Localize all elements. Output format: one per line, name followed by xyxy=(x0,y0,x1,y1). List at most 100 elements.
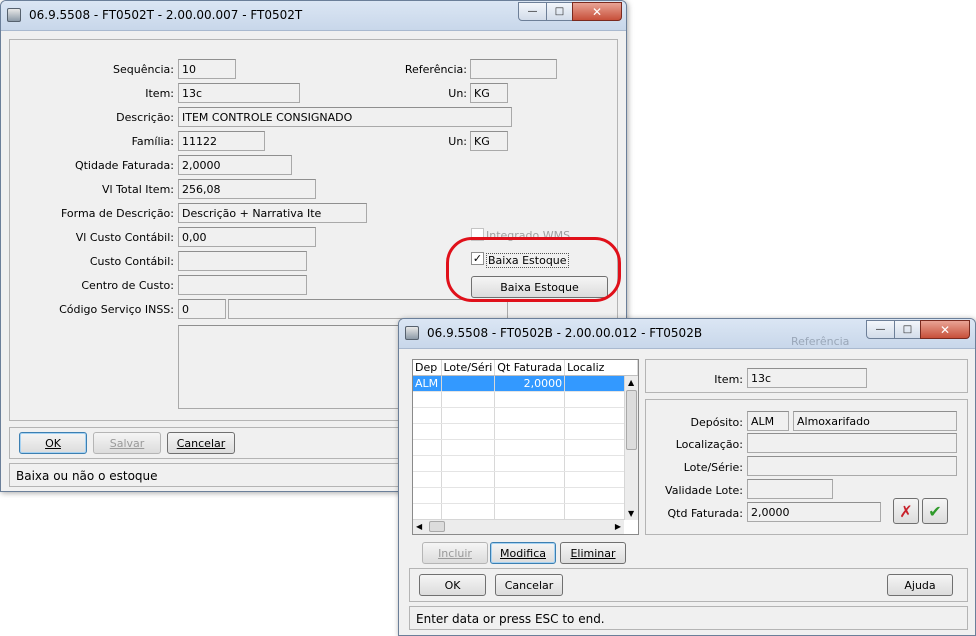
un2-label: Un: xyxy=(448,135,467,148)
item-field[interactable]: 13c xyxy=(178,83,300,103)
codigo-servico-label: Código Serviço INSS: xyxy=(59,303,174,316)
ajuda-label: Ajuda xyxy=(904,578,936,592)
salvar-button-label: Salvar xyxy=(109,436,145,450)
green-check-icon: ✔ xyxy=(928,501,942,521)
forma-descricao-field[interactable]: Descrição + Narrativa Ite xyxy=(178,203,367,223)
table-row[interactable] xyxy=(413,423,638,440)
custo-contabil-label: Custo Contábil: xyxy=(89,255,174,268)
localizacao-field[interactable] xyxy=(747,433,957,453)
lote-serie-field[interactable] xyxy=(747,456,957,476)
custo-contabil-field[interactable] xyxy=(178,251,307,271)
eliminar-button[interactable]: Eliminar xyxy=(560,542,626,564)
title-bar-2[interactable]: 06.9.5508 - FT0502B - 2.00.00.012 - FT05… xyxy=(399,319,975,349)
ok-button[interactable]: OK xyxy=(19,432,87,454)
red-x-icon: ✗ xyxy=(899,501,913,521)
deposit-grid[interactable]: Dep Lote/Séri Qt Faturada Localiz ALM 2,… xyxy=(412,359,639,535)
table-row[interactable]: ALM 2,0000 xyxy=(413,375,638,392)
descricao-field[interactable]: ITEM CONTROLE CONSIGNADO xyxy=(178,107,512,127)
localizacao-label: Localização: xyxy=(675,438,743,451)
ajuda-button[interactable]: Ajuda xyxy=(887,574,953,596)
cancelar-button[interactable]: Cancelar xyxy=(167,432,235,454)
status-bar-2: Enter data or press ESC to end. xyxy=(409,606,968,630)
cancelar-button-2[interactable]: Cancelar xyxy=(495,574,563,596)
item-label-2: Item: xyxy=(714,373,743,386)
qtd-faturada-label: Qtidade Faturada: xyxy=(74,159,174,172)
table-row[interactable] xyxy=(413,407,638,424)
item-field-2[interactable]: 13c xyxy=(747,368,867,388)
sequencia-field[interactable]: 10 xyxy=(178,59,236,79)
minimize-icon[interactable]: — xyxy=(518,2,547,21)
close-icon-2[interactable]: ✕ xyxy=(920,320,970,339)
scroll-down-icon[interactable]: ▼ xyxy=(628,509,634,518)
window-title: 06.9.5508 - FT0502T - 2.00.00.007 - FT05… xyxy=(29,8,303,22)
ok-button-2[interactable]: OK xyxy=(419,574,486,596)
confirm-entry-button[interactable]: ✔ xyxy=(922,498,948,524)
centro-custo-field[interactable] xyxy=(178,275,307,295)
col-dep[interactable]: Dep xyxy=(413,360,442,376)
table-row[interactable] xyxy=(413,503,638,520)
table-row[interactable] xyxy=(413,471,638,488)
cancelar-button-label: Cancelar xyxy=(176,436,226,450)
table-row[interactable] xyxy=(413,487,638,504)
vl-total-field[interactable]: 256,08 xyxy=(178,179,316,199)
scroll-up-icon[interactable]: ▲ xyxy=(628,378,634,387)
sequencia-label: Sequência: xyxy=(113,63,174,76)
validade-lote-label: Validade Lote: xyxy=(665,484,743,497)
title-bar[interactable]: 06.9.5508 - FT0502T - 2.00.00.007 - FT05… xyxy=(1,1,626,31)
familia-label: Família: xyxy=(131,135,174,148)
table-row[interactable] xyxy=(413,455,638,472)
deposito-code-field[interactable]: ALM xyxy=(747,411,789,431)
vl-custo-field[interactable]: 0,00 xyxy=(178,227,316,247)
salvar-button[interactable]: Salvar xyxy=(93,432,161,454)
cell-lote xyxy=(441,375,496,392)
modifica-button[interactable]: Modifica xyxy=(490,542,556,564)
validade-lote-field[interactable] xyxy=(747,479,833,499)
window-title-2: 06.9.5508 - FT0502B - 2.00.00.012 - FT05… xyxy=(427,326,703,340)
highlight-ring xyxy=(446,237,621,302)
descricao-label: Descrição: xyxy=(116,111,174,124)
un-field[interactable]: KG xyxy=(470,83,508,103)
col-qt-faturada[interactable]: Qt Faturada xyxy=(494,360,566,376)
familia-field[interactable]: 11122 xyxy=(178,131,265,151)
scroll-thumb-h[interactable] xyxy=(429,521,445,532)
deposito-name-field[interactable]: Almoxarifado xyxy=(793,411,957,431)
grid-hscrollbar[interactable]: ◀ ▶ xyxy=(413,519,624,534)
eliminar-label: Eliminar xyxy=(570,546,616,560)
incluir-label: Incluir xyxy=(438,546,472,560)
deposit-form: Dep Lote/Séri Qt Faturada Localiz ALM 2,… xyxy=(399,349,975,635)
cancelar-label-2: Cancelar xyxy=(504,578,554,592)
codigo-servico-field[interactable]: 0 xyxy=(178,299,226,319)
col-lote[interactable]: Lote/Séri xyxy=(441,360,496,376)
table-row[interactable] xyxy=(413,391,638,408)
item-label: Item: xyxy=(145,87,174,100)
scroll-left-icon[interactable]: ◀ xyxy=(416,522,422,531)
minimize-icon-2[interactable]: — xyxy=(866,320,895,339)
vl-total-label: Vl Total Item: xyxy=(101,183,174,196)
deposit-window: 06.9.5508 - FT0502B - 2.00.00.012 - FT05… xyxy=(398,318,976,636)
centro-custo-label: Centro de Custo: xyxy=(81,279,174,292)
un-label: Un: xyxy=(448,87,467,100)
vl-custo-label: Vl Custo Contábil: xyxy=(75,231,174,244)
button-panel-2 xyxy=(409,568,968,602)
grid-header: Dep Lote/Séri Qt Faturada Localiz xyxy=(413,360,638,376)
cancel-entry-button[interactable]: ✗ xyxy=(893,498,919,524)
table-row[interactable] xyxy=(413,439,638,456)
referencia-field[interactable] xyxy=(470,59,557,79)
scroll-right-icon[interactable]: ▶ xyxy=(615,522,621,531)
grid-vscrollbar[interactable]: ▲ ▼ xyxy=(624,376,638,520)
un2-field[interactable]: KG xyxy=(470,131,508,151)
grid-table: Dep Lote/Séri Qt Faturada Localiz ALM 2,… xyxy=(413,360,638,520)
background-text: Referência xyxy=(791,335,850,348)
incluir-button[interactable]: Incluir xyxy=(422,542,488,564)
col-localiz[interactable]: Localiz xyxy=(564,360,638,376)
modifica-label: Modifica xyxy=(500,546,546,560)
close-icon[interactable]: ✕ xyxy=(572,2,622,21)
qtd-faturada-field-2[interactable]: 2,0000 xyxy=(747,502,881,522)
cell-dep: ALM xyxy=(413,375,442,392)
codigo-servico-desc-field[interactable] xyxy=(228,299,508,319)
qtd-faturada-field[interactable]: 2,0000 xyxy=(178,155,292,175)
forma-descricao-label: Forma de Descrição: xyxy=(60,207,174,220)
maximize-icon[interactable]: □ xyxy=(546,2,573,21)
scroll-thumb-v[interactable] xyxy=(626,390,637,450)
maximize-icon-2[interactable]: □ xyxy=(894,320,921,339)
